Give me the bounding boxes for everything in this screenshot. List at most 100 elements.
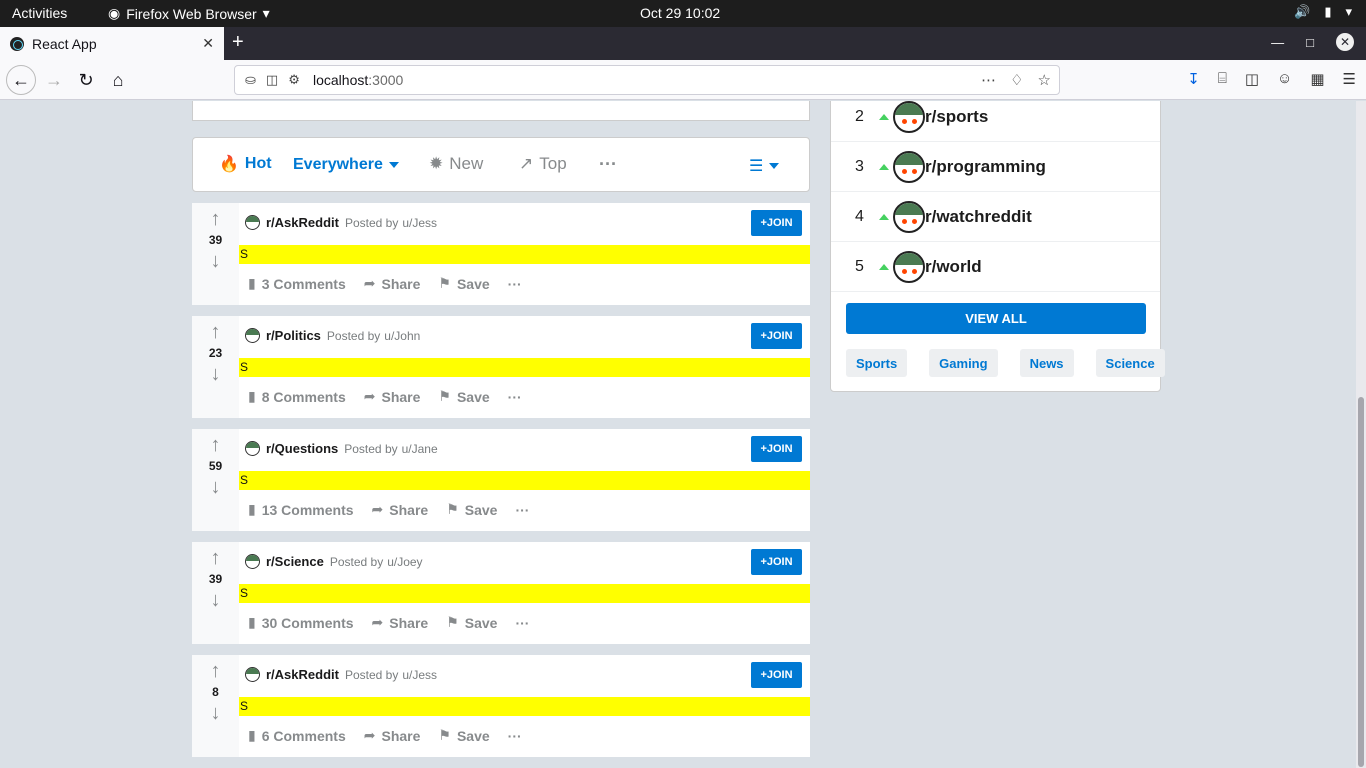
author-link[interactable]: u/Joey xyxy=(387,555,422,569)
author-link[interactable]: u/John xyxy=(384,329,420,343)
location-dropdown[interactable]: Everywhere xyxy=(293,156,399,174)
upvote-arrow-icon[interactable]: ↑ xyxy=(211,435,221,455)
save-button[interactable]: ⚑ Save xyxy=(438,727,489,744)
close-tab-icon[interactable]: ✕ xyxy=(202,35,214,52)
topic-chip[interactable]: Sports xyxy=(846,349,908,377)
comments-button[interactable]: ▮ 13 Comments xyxy=(248,501,354,518)
menu-icon[interactable]: ☰ xyxy=(1343,70,1356,88)
more-options-button[interactable]: ··· xyxy=(599,154,617,175)
comments-button[interactable]: ▮ 30 Comments xyxy=(248,614,354,631)
post-card[interactable]: ↑ 8 ↓ r/AskReddit Posted by u/Jess +JOIN… xyxy=(192,655,810,757)
subreddit-link[interactable]: r/Questions xyxy=(266,441,338,456)
share-button[interactable]: ➦ Share xyxy=(372,614,429,631)
share-button[interactable]: ➦ Share xyxy=(364,727,421,744)
activities-button[interactable]: Activities xyxy=(12,5,67,21)
join-button[interactable]: +JOIN xyxy=(751,210,802,236)
upvote-arrow-icon[interactable]: ↑ xyxy=(211,548,221,568)
scrollbar-thumb[interactable] xyxy=(1358,397,1364,767)
post-more-button[interactable]: ··· xyxy=(508,728,522,744)
maximize-icon[interactable]: □ xyxy=(1306,35,1314,50)
home-button[interactable]: ⌂ xyxy=(104,66,132,94)
back-button[interactable]: ← xyxy=(6,65,36,95)
community-row[interactable]: 3 r/programming xyxy=(831,142,1160,192)
minimize-icon[interactable]: — xyxy=(1271,35,1284,50)
join-button[interactable]: +JOIN xyxy=(751,436,802,462)
save-button[interactable]: ⚑ Save xyxy=(438,275,489,292)
subreddit-link[interactable]: r/AskReddit xyxy=(266,667,339,682)
close-window-icon[interactable]: ✕ xyxy=(1336,33,1354,51)
account-icon[interactable]: ☺ xyxy=(1277,70,1292,88)
post-more-button[interactable]: ··· xyxy=(508,389,522,405)
post-card[interactable]: ↑ 59 ↓ r/Questions Posted by u/Jane +JOI… xyxy=(192,429,810,531)
downvote-arrow-icon[interactable]: ↓ xyxy=(211,590,221,610)
save-button[interactable]: ⚑ Save xyxy=(438,388,489,405)
subreddit-link[interactable]: r/Science xyxy=(266,554,324,569)
reload-button[interactable]: ↻ xyxy=(72,66,100,94)
upvote-arrow-icon[interactable]: ↑ xyxy=(211,209,221,229)
subreddit-link[interactable]: r/Politics xyxy=(266,328,321,343)
forward-button[interactable]: → xyxy=(40,66,68,94)
sort-new-button[interactable]: ✹ New xyxy=(429,154,483,174)
view-mode-dropdown[interactable]: ☰ xyxy=(749,156,780,176)
post-more-button[interactable]: ··· xyxy=(515,502,529,518)
library-icon[interactable]: ⌸ xyxy=(1218,70,1227,88)
community-row[interactable]: 4 r/watchreddit xyxy=(831,192,1160,242)
pocket-icon[interactable]: ♢ xyxy=(1010,71,1023,89)
system-tray[interactable]: 🔊 ▮ ▾ xyxy=(1294,4,1352,20)
shield-icon[interactable]: ⛀ xyxy=(245,72,256,88)
view-all-button[interactable]: VIEW ALL xyxy=(846,303,1146,334)
share-button[interactable]: ➦ Share xyxy=(372,501,429,518)
downvote-arrow-icon[interactable]: ↓ xyxy=(211,364,221,384)
post-more-button[interactable]: ··· xyxy=(515,615,529,631)
subreddit-link[interactable]: r/AskReddit xyxy=(266,215,339,230)
save-button[interactable]: ⚑ Save xyxy=(446,614,497,631)
comments-button[interactable]: ▮ 8 Comments xyxy=(248,388,346,405)
post-more-button[interactable]: ··· xyxy=(508,276,522,292)
topic-chip[interactable]: Science xyxy=(1095,349,1165,377)
join-button[interactable]: +JOIN xyxy=(751,662,802,688)
permissions-icon[interactable]: ⚙ xyxy=(288,72,300,88)
topic-chip[interactable]: News xyxy=(1019,349,1074,377)
sort-hot-button[interactable]: 🔥 Hot xyxy=(219,154,272,174)
author-link[interactable]: u/Jane xyxy=(402,442,438,456)
bookmark-star-icon[interactable]: ☆ xyxy=(1038,71,1051,89)
sidebar-icon[interactable]: ◫ xyxy=(1245,70,1259,88)
upvote-arrow-icon[interactable]: ↑ xyxy=(211,322,221,342)
share-button[interactable]: ➦ Share xyxy=(364,388,421,405)
join-button[interactable]: +JOIN xyxy=(751,323,802,349)
scrollbar[interactable] xyxy=(1356,101,1366,768)
post-title[interactable]: S xyxy=(239,697,810,716)
upvote-arrow-icon[interactable]: ↑ xyxy=(211,661,221,681)
post-card[interactable]: ↑ 39 ↓ r/AskReddit Posted by u/Jess +JOI… xyxy=(192,203,810,305)
downvote-arrow-icon[interactable]: ↓ xyxy=(211,477,221,497)
community-row[interactable]: 2 r/sports xyxy=(831,101,1160,142)
download-icon[interactable]: ↧ xyxy=(1187,70,1200,88)
page-actions-icon[interactable]: ⋯ xyxy=(981,71,996,89)
page-icon[interactable]: ◫ xyxy=(266,72,278,88)
clock[interactable]: Oct 29 10:02 xyxy=(640,5,720,21)
topic-chip[interactable]: Gaming xyxy=(929,349,998,377)
downvote-arrow-icon[interactable]: ↓ xyxy=(211,703,221,723)
app-menu[interactable]: ◉ Firefox Web Browser ▾ xyxy=(108,5,270,22)
comments-button[interactable]: ▮ 3 Comments xyxy=(248,275,346,292)
downvote-arrow-icon[interactable]: ↓ xyxy=(211,251,221,271)
post-title[interactable]: S xyxy=(239,471,810,490)
sort-top-button[interactable]: ↗ Top xyxy=(519,154,567,174)
new-tab-button[interactable]: + xyxy=(232,31,244,54)
tab-react-app[interactable]: React App ✕ xyxy=(0,27,224,60)
post-card[interactable]: ↑ 39 ↓ r/Science Posted by u/Joey +JOIN … xyxy=(192,542,810,644)
url-bar[interactable]: ⛀ ◫ ⚙ localhost:3000 ⋯ ♢ ☆ xyxy=(234,65,1060,95)
post-title[interactable]: S xyxy=(239,584,810,603)
post-title[interactable]: S xyxy=(239,358,810,377)
extensions-icon[interactable]: ▦ xyxy=(1310,70,1324,88)
share-button[interactable]: ➦ Share xyxy=(364,275,421,292)
author-link[interactable]: u/Jess xyxy=(402,216,437,230)
community-name[interactable]: r/programming xyxy=(925,157,1046,177)
community-row[interactable]: 5 r/world xyxy=(831,242,1160,292)
author-link[interactable]: u/Jess xyxy=(402,668,437,682)
post-card[interactable]: ↑ 23 ↓ r/Politics Posted by u/John +JOIN… xyxy=(192,316,810,418)
community-name[interactable]: r/world xyxy=(925,257,982,277)
post-title[interactable]: S xyxy=(239,245,810,264)
save-button[interactable]: ⚑ Save xyxy=(446,501,497,518)
join-button[interactable]: +JOIN xyxy=(751,549,802,575)
